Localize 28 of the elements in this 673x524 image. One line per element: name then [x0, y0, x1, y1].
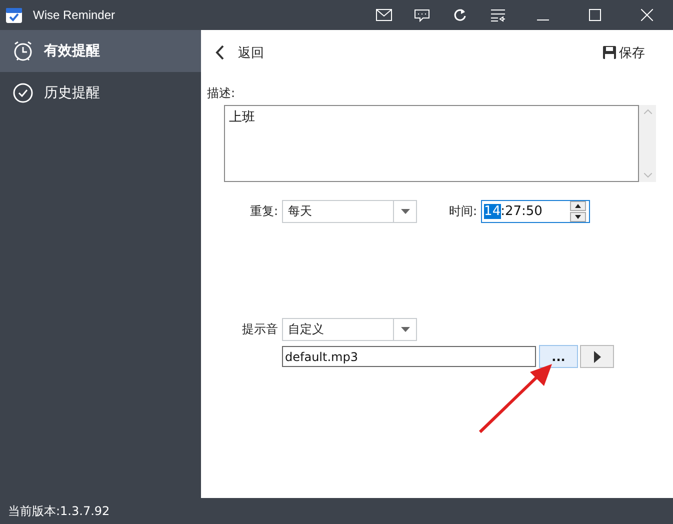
sidebar-item[interactable]: 历史提醒	[0, 72, 201, 114]
scroll-up-icon	[644, 109, 652, 114]
browse-button[interactable]: ...	[539, 345, 578, 368]
spin-up-icon[interactable]	[570, 201, 586, 211]
spin-down-icon[interactable]	[570, 212, 586, 222]
scroll-down-icon	[644, 173, 652, 178]
version-text: 当前版本:1.3.7.92	[8, 502, 110, 520]
alarm-clock-icon	[12, 40, 34, 62]
file-path-field[interactable]: default.mp3	[282, 346, 536, 367]
play-button[interactable]	[580, 345, 614, 368]
time-field[interactable]: 14:27:50	[481, 200, 590, 223]
save-button[interactable]: 保存	[603, 44, 645, 62]
field-label: 描述:	[207, 85, 236, 102]
caret-icon	[400, 327, 410, 332]
repeat-dropdown[interactable]: 每天	[282, 200, 417, 223]
play-icon	[594, 350, 600, 362]
field-label: 时间:	[449, 203, 478, 220]
description-field[interactable]: 上班	[224, 105, 639, 182]
calendar-check-icon	[5, 6, 23, 24]
field-label: 提示音	[241, 321, 278, 338]
chevron-left-icon	[215, 45, 224, 60]
back-button[interactable]: 返回	[215, 44, 264, 62]
sound-dropdown[interactable]: 自定义	[282, 318, 417, 341]
caret-icon	[400, 209, 410, 214]
field-label: 重复:	[248, 203, 278, 220]
sidebar-item[interactable]: 有效提醒	[0, 30, 201, 72]
window-title: Wise Reminder	[33, 8, 116, 22]
check-circle-icon	[12, 82, 34, 104]
